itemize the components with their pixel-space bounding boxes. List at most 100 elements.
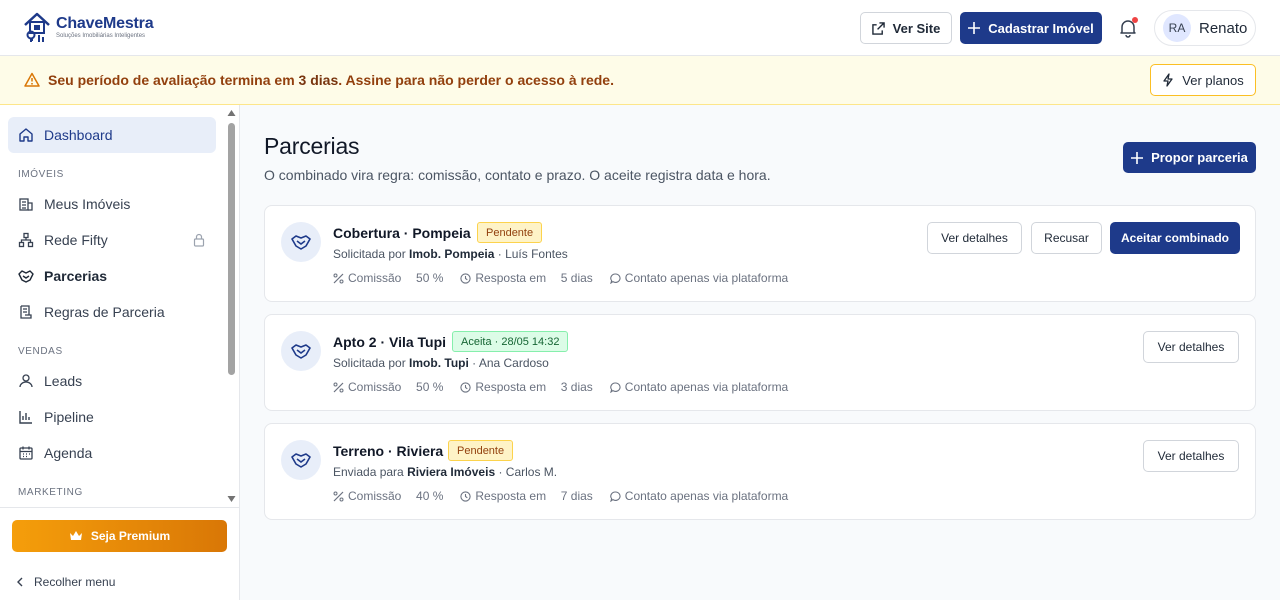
card-requester: Solicitada por Imob. Pompeia · Luís Font… bbox=[333, 247, 568, 261]
sidebar-item-meus-imoveis[interactable]: Meus Imóveis bbox=[8, 186, 216, 222]
calendar-icon bbox=[19, 446, 33, 460]
clock-icon bbox=[460, 490, 472, 502]
chat-bubble-icon bbox=[609, 381, 621, 393]
collapse-menu-label: Recolher menu bbox=[34, 575, 116, 589]
document-rules-icon bbox=[20, 305, 32, 319]
external-link-icon bbox=[871, 21, 885, 35]
lightning-icon bbox=[1163, 73, 1173, 87]
sidebar-item-rede-fifty[interactable]: Rede Fifty bbox=[8, 222, 216, 258]
status-badge: Aceita · 28/05 14:32 bbox=[452, 331, 569, 352]
meta-resposta: Resposta em 7 dias bbox=[460, 489, 593, 503]
cadastrar-imovel-label: Cadastrar Imóvel bbox=[988, 20, 1094, 36]
propor-parceria-button[interactable]: Propor parceria bbox=[1123, 142, 1256, 173]
partnership-card: Cobertura · Pompeia Pendente Solicitada … bbox=[264, 205, 1256, 302]
percent-icon bbox=[333, 382, 344, 392]
ver-site-label: Ver Site bbox=[892, 20, 941, 36]
section-label-marketing: MARKETING bbox=[18, 487, 83, 498]
recusar-button[interactable]: Recusar bbox=[1031, 222, 1102, 254]
sidebar-scrollbar-thumb[interactable] bbox=[228, 123, 235, 375]
sidebar-divider bbox=[0, 507, 239, 508]
partnership-card: Terreno · Riviera Pendente Enviada para … bbox=[264, 423, 1256, 520]
chat-bubble-icon bbox=[609, 490, 621, 502]
user-icon bbox=[19, 374, 33, 388]
sidebar-item-dashboard[interactable]: Dashboard bbox=[8, 117, 216, 153]
card-requester: Solicitada por Imob. Tupi · Ana Cardoso bbox=[333, 356, 549, 370]
plus-icon bbox=[1131, 151, 1144, 164]
avatar: RA bbox=[1163, 14, 1191, 42]
sidebar: Dashboard IMÓVEIS Meus Imóveis Rede Fift… bbox=[0, 105, 240, 600]
scroll-down-arrow-icon[interactable] bbox=[227, 495, 236, 503]
plus-icon bbox=[968, 22, 981, 34]
meta-resposta: Resposta em 5 dias bbox=[460, 271, 593, 285]
status-badge: Pendente bbox=[448, 440, 514, 461]
percent-icon bbox=[333, 273, 344, 283]
sidebar-item-pipeline[interactable]: Pipeline bbox=[8, 399, 216, 435]
page-subtitle: O combinado vira regra: comissão, contat… bbox=[264, 167, 771, 183]
brand-name: ChaveMestra bbox=[56, 14, 154, 32]
handshake-icon bbox=[291, 453, 311, 468]
meta-comissao: Comissão 50 % bbox=[333, 271, 443, 285]
card-title: Apto 2 · Vila Tupi bbox=[333, 334, 447, 350]
crown-icon bbox=[69, 531, 82, 540]
meta-comissao: Comissão 50 % bbox=[333, 380, 443, 394]
sidebar-item-label: Rede Fifty bbox=[44, 232, 108, 248]
meta-resposta: Resposta em 3 dias bbox=[460, 380, 593, 394]
lock-icon bbox=[193, 233, 205, 247]
section-label-imoveis: IMÓVEIS bbox=[18, 169, 64, 180]
section-label-vendas: VENDAS bbox=[18, 346, 63, 357]
clock-icon bbox=[460, 272, 472, 284]
aceitar-combinado-button[interactable]: Aceitar combinado bbox=[1110, 222, 1240, 254]
home-icon bbox=[19, 128, 33, 142]
brand-logo[interactable]: ChaveMestra Soluções Imobiliárias Inteli… bbox=[22, 11, 154, 43]
meta-contato: Contato apenas via plataforma bbox=[609, 380, 788, 394]
sidebar-item-label: Agenda bbox=[44, 445, 93, 461]
page-title: Parcerias bbox=[264, 133, 360, 159]
card-title: Cobertura · Pompeia bbox=[333, 225, 471, 241]
trial-message: Seu período de avaliação termina em 3 di… bbox=[48, 72, 614, 88]
sidebar-item-agenda[interactable]: Agenda bbox=[8, 435, 216, 471]
ver-detalhes-button[interactable]: Ver detalhes bbox=[927, 222, 1022, 254]
notification-dot bbox=[1132, 17, 1138, 23]
percent-icon bbox=[333, 491, 344, 501]
user-menu[interactable]: RA Renato bbox=[1154, 10, 1256, 46]
card-avatar bbox=[281, 331, 321, 371]
sidebar-item-leads[interactable]: Leads bbox=[8, 363, 216, 399]
card-meta: Comissão 50 % Resposta em 3 dias Contato… bbox=[333, 380, 805, 394]
top-header: ChaveMestra Soluções Imobiliárias Inteli… bbox=[0, 0, 1280, 56]
sidebar-item-label: Regras de Parceria bbox=[44, 304, 165, 320]
chevron-left-icon bbox=[17, 577, 23, 587]
sidebar-item-parcerias[interactable]: Parcerias bbox=[8, 258, 216, 294]
bar-chart-icon bbox=[19, 411, 32, 424]
handshake-icon bbox=[291, 235, 311, 250]
trial-banner: Seu período de avaliação termina em 3 di… bbox=[0, 56, 1280, 105]
network-icon bbox=[18, 232, 34, 248]
sidebar-item-label: Parcerias bbox=[44, 268, 108, 284]
ver-detalhes-button[interactable]: Ver detalhes bbox=[1143, 440, 1239, 472]
ver-detalhes-button[interactable]: Ver detalhes bbox=[1143, 331, 1239, 363]
trial-days: 3 dias bbox=[298, 72, 339, 88]
card-title: Terreno · Riviera bbox=[333, 443, 444, 459]
clock-icon bbox=[460, 381, 472, 393]
ver-planos-label: Ver planos bbox=[1182, 72, 1244, 88]
sidebar-item-label: Dashboard bbox=[44, 127, 113, 143]
building-icon bbox=[19, 198, 33, 211]
sidebar-item-label: Meus Imóveis bbox=[44, 196, 131, 212]
partnership-card: Apto 2 · Vila Tupi Aceita · 28/05 14:32 … bbox=[264, 314, 1256, 411]
card-meta: Comissão 50 % Resposta em 5 dias Contato… bbox=[333, 271, 805, 285]
sidebar-item-label: Pipeline bbox=[44, 409, 94, 425]
cadastrar-imovel-button[interactable]: Cadastrar Imóvel bbox=[960, 12, 1102, 44]
sidebar-item-label: Leads bbox=[44, 373, 83, 389]
meta-contato: Contato apenas via plataforma bbox=[609, 489, 788, 503]
house-key-logo-icon bbox=[24, 12, 50, 42]
user-name: Renato bbox=[1199, 19, 1248, 37]
card-avatar bbox=[281, 440, 321, 480]
warning-icon bbox=[24, 72, 40, 87]
meta-contato: Contato apenas via plataforma bbox=[609, 271, 788, 285]
ver-planos-button[interactable]: Ver planos bbox=[1150, 64, 1256, 96]
seja-premium-button[interactable]: Seja Premium bbox=[12, 520, 227, 552]
sidebar-item-regras-de-parceria[interactable]: Regras de Parceria bbox=[8, 294, 216, 330]
handshake-icon bbox=[18, 270, 34, 283]
ver-site-button[interactable]: Ver Site bbox=[860, 12, 952, 44]
collapse-menu-button[interactable]: Recolher menu bbox=[16, 575, 115, 589]
scroll-up-arrow-icon[interactable] bbox=[227, 109, 236, 117]
